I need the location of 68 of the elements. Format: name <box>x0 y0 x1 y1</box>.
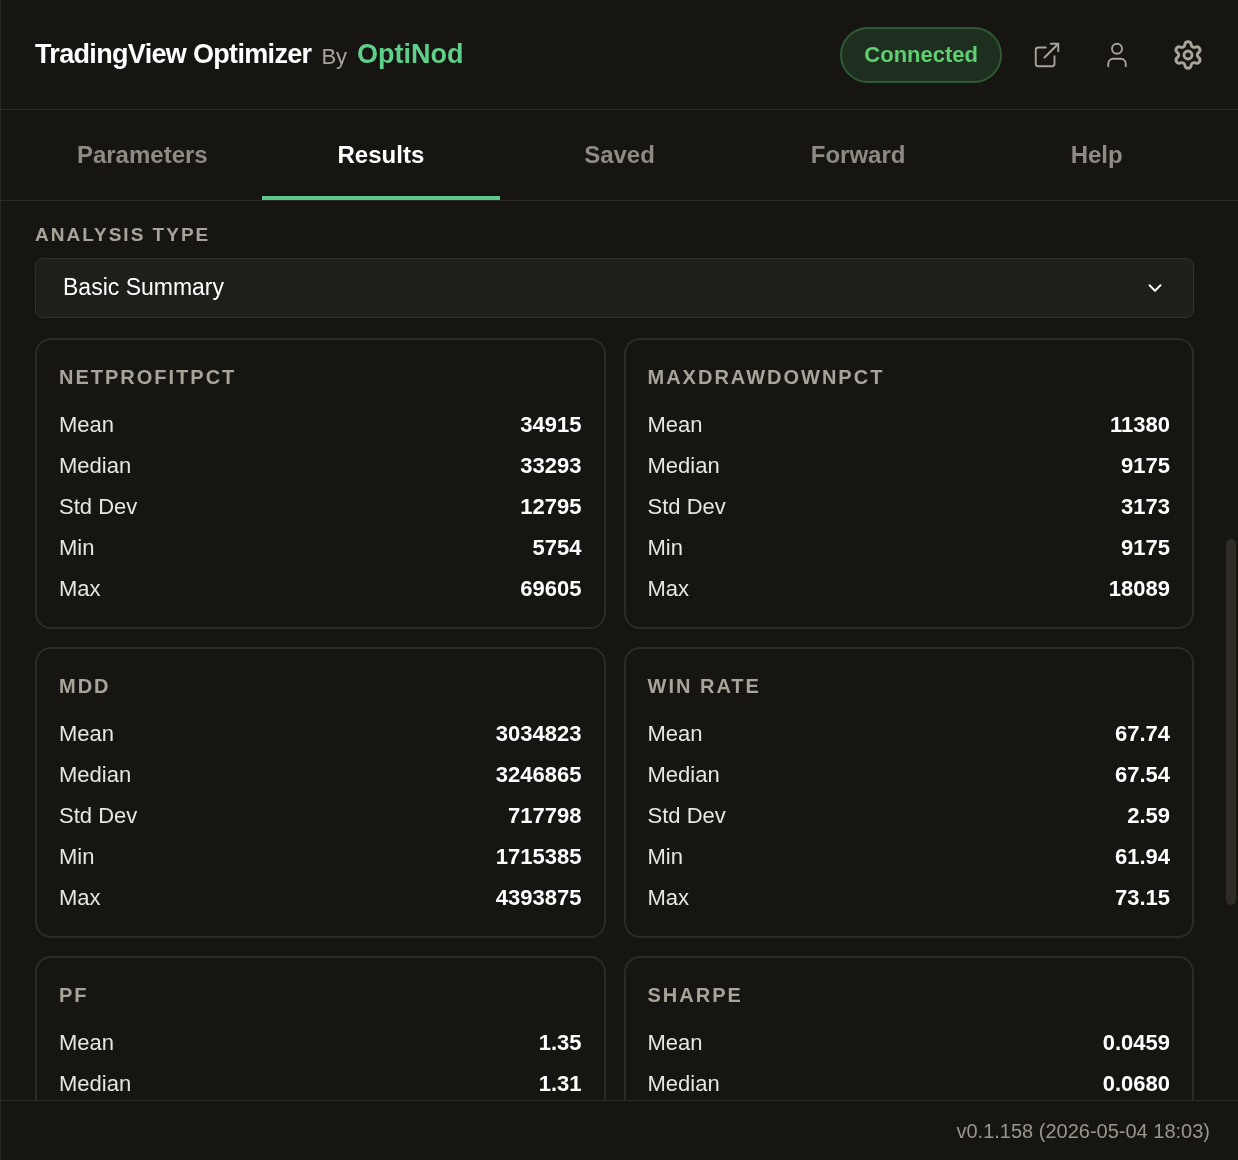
stat-label: Mean <box>59 1028 115 1057</box>
card-title: MDD <box>59 673 112 699</box>
tab[interactable]: Parameters <box>23 110 262 200</box>
stat-value: 12795 <box>520 492 582 521</box>
stat-value: 717798 <box>508 801 582 830</box>
stat-label: Max <box>647 883 690 912</box>
stat-value: 67.74 <box>1114 719 1170 748</box>
stat-value: 9175 <box>1121 533 1170 562</box>
stat-value: 69605 <box>520 574 582 603</box>
stat-label: Median <box>647 451 720 480</box>
stat-value: 0.0459 <box>1102 1028 1170 1057</box>
tab[interactable]: Results <box>261 110 501 200</box>
tab[interactable]: Help <box>977 110 1216 200</box>
stat-value: 0.0680 <box>1102 1069 1170 1098</box>
stat-value: 33293 <box>520 451 582 480</box>
stat-label: Median <box>59 451 132 480</box>
stat-label: Mean <box>647 719 703 748</box>
section-label: ANALYSIS TYPE <box>35 223 212 247</box>
stat-label: Std Dev <box>59 801 138 830</box>
connection-status: Connected <box>840 26 1002 83</box>
stat-value: 5754 <box>532 533 582 562</box>
card-title: MAXDRAWDOWNPCT <box>647 364 886 390</box>
stat-label: Min <box>647 842 683 871</box>
stat-value: 2.59 <box>1127 801 1170 830</box>
stat-value: 3173 <box>1121 492 1170 521</box>
stat-label: Std Dev <box>647 492 726 521</box>
stat-label: Max <box>59 574 101 603</box>
stat-label: Median <box>647 760 720 789</box>
version-text: v0.1.158 (2026-05-04 18:03) <box>956 1118 1210 1144</box>
card-title: WIN RATE <box>647 673 762 699</box>
stat-value: 73.15 <box>1114 883 1170 912</box>
stat-value: 3034823 <box>495 719 582 748</box>
stat-value: 1715385 <box>495 842 582 871</box>
settings-icon[interactable] <box>1172 38 1204 71</box>
card-title: SHARPE <box>647 982 744 1008</box>
stat-value: 34915 <box>520 410 582 439</box>
tab[interactable]: Forward <box>738 110 978 200</box>
stat-label: Mean <box>59 719 115 748</box>
stat-label: Median <box>647 1069 720 1098</box>
by-label: By <box>321 43 348 71</box>
stat-label: Max <box>59 883 101 912</box>
stat-label: Min <box>647 533 683 562</box>
brand-name: OptiNod <box>357 38 464 72</box>
stat-value: 1.35 <box>538 1028 582 1057</box>
stat-label: Mean <box>647 1028 703 1057</box>
stat-value: 61.94 <box>1114 842 1170 871</box>
stat-value: 67.54 <box>1114 760 1170 789</box>
stat-label: Std Dev <box>59 492 138 521</box>
stat-value: 1.31 <box>538 1069 582 1098</box>
stat-label: Std Dev <box>647 801 726 830</box>
stat-value: 3246865 <box>495 760 582 789</box>
stat-value: 11380 <box>1110 410 1170 439</box>
stat-value: 9175 <box>1121 451 1170 480</box>
stat-value: 18089 <box>1108 574 1170 603</box>
stat-label: Mean <box>59 410 115 439</box>
analysis-type-select[interactable]: Basic Summary <box>35 257 1194 318</box>
stat-value: 4393875 <box>495 883 582 912</box>
stat-label: Max <box>647 574 690 603</box>
scrollbar-thumb[interactable] <box>1226 539 1236 905</box>
stat-label: Median <box>59 760 132 789</box>
stat-label: Min <box>59 842 95 871</box>
card-title: PF <box>59 982 90 1008</box>
tab[interactable]: Saved <box>500 110 739 200</box>
stat-label: Min <box>59 533 95 562</box>
stat-label: Median <box>59 1069 132 1098</box>
app-title: TradingView Optimizer <box>35 38 312 72</box>
stat-label: Mean <box>647 410 703 439</box>
card-title: NETPROFITPCT <box>59 364 238 390</box>
